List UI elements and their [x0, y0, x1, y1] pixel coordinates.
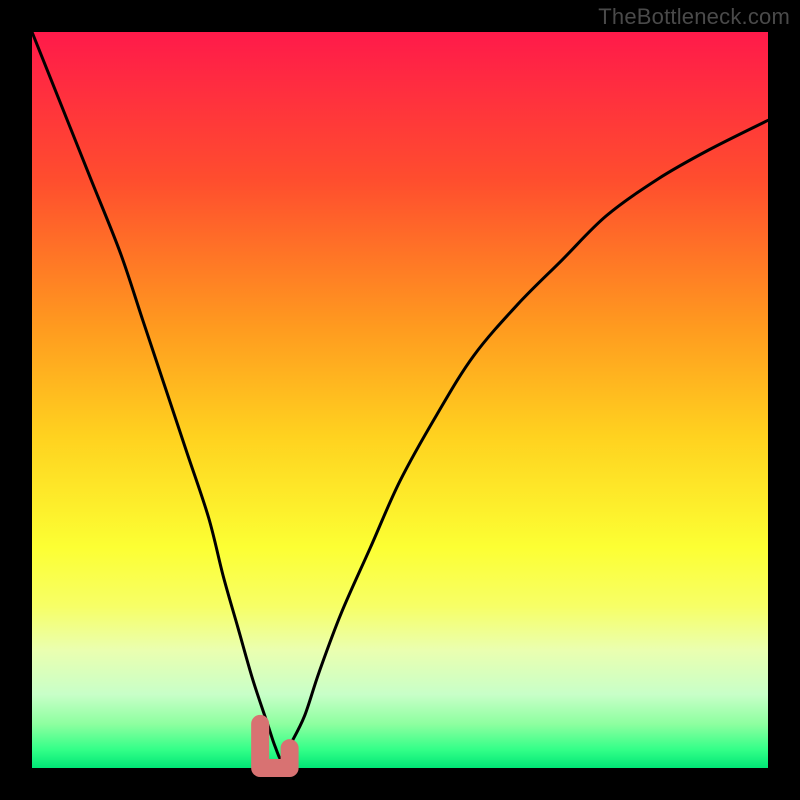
watermark-text: TheBottleneck.com — [598, 4, 790, 30]
chart-container: TheBottleneck.com — [0, 0, 800, 800]
plot-background — [32, 32, 768, 768]
bottleneck-chart — [0, 0, 800, 800]
